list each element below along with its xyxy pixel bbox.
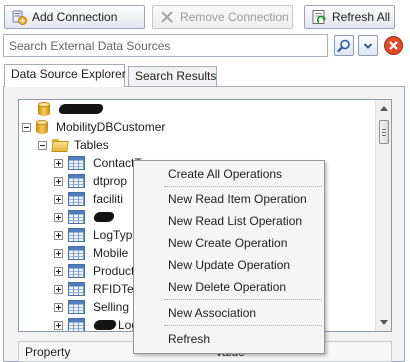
tree-item-label: Tables: [74, 138, 109, 152]
table-icon: [68, 300, 85, 314]
menu-separator: [164, 186, 322, 187]
expand-icon[interactable]: [54, 176, 63, 186]
add-connection-button[interactable]: Add Connection: [4, 5, 145, 29]
table-icon: [68, 318, 85, 331]
table-icon: [68, 264, 85, 278]
refresh-all-label: Refresh All: [332, 10, 391, 24]
tree-item-table[interactable]: LogType: [54, 226, 139, 244]
tab-data-source-explorer[interactable]: Data Source Explorer: [4, 64, 126, 87]
expand-icon[interactable]: [54, 266, 63, 276]
menu-item-new-create-operation[interactable]: New Create Operation: [136, 232, 322, 254]
expand-icon[interactable]: [54, 158, 63, 168]
expand-icon[interactable]: [54, 194, 63, 204]
tree-item-label: faciliti: [93, 192, 124, 206]
tree-item-table[interactable]: dtprop: [54, 172, 127, 190]
tree-item-table[interactable]: Selling: [54, 298, 129, 316]
table-icon: [68, 210, 85, 224]
menu-item-new-read-list-operation[interactable]: New Read List Operation: [136, 210, 322, 232]
chevron-down-icon: [380, 320, 388, 325]
close-icon: [384, 36, 403, 55]
tab-search-results[interactable]: Search Results: [128, 66, 217, 86]
expand-icon[interactable]: [54, 320, 63, 330]
expand-icon[interactable]: [54, 302, 63, 312]
menu-separator: [164, 299, 322, 300]
tree-item-label: MobilityDBCustomer: [56, 120, 166, 134]
tree-item-table[interactable]: faciliti: [54, 190, 123, 208]
refresh-icon: [311, 9, 327, 25]
context-menu: Create All Operations New Read Item Oper…: [133, 160, 325, 354]
expand-icon[interactable]: [54, 230, 63, 240]
folder-icon: [52, 138, 69, 152]
menu-item-refresh[interactable]: Refresh: [136, 328, 322, 350]
refresh-all-button[interactable]: Refresh All: [304, 5, 395, 29]
menu-item-new-update-operation[interactable]: New Update Operation: [136, 254, 322, 276]
tree-item-label: Product: [93, 264, 135, 278]
tree-item-label: Selling: [93, 300, 130, 314]
menu-separator: [164, 325, 322, 326]
tree-item-table[interactable]: Product: [54, 262, 134, 280]
remove-x-icon: [159, 9, 175, 25]
menu-item-new-delete-operation[interactable]: New Delete Operation: [136, 276, 322, 298]
tree-item-table[interactable]: Mobile: [54, 244, 128, 262]
tree-item-tables-folder[interactable]: Tables: [38, 136, 109, 154]
remove-connection-label: Remove Connection: [180, 10, 289, 24]
tree-item-table[interactable]: RFIDTe: [54, 280, 134, 298]
redacted-scribble: [92, 212, 116, 222]
tree-item-table[interactable]: Log: [54, 316, 138, 331]
menu-item-create-all-operations[interactable]: Create All Operations: [136, 163, 322, 185]
menu-item-new-association[interactable]: New Association: [136, 302, 322, 324]
collapse-icon[interactable]: [38, 140, 47, 150]
expand-icon[interactable]: [54, 284, 63, 294]
tree-item-table[interactable]: [54, 208, 116, 226]
tree-scrollbar[interactable]: [375, 100, 391, 331]
redacted-scribble: [92, 320, 118, 330]
table-icon: [68, 192, 85, 206]
tree-item-connection[interactable]: [38, 100, 105, 118]
scroll-thumb[interactable]: [379, 120, 389, 144]
expand-icon[interactable]: [54, 212, 63, 222]
search-dropdown-button[interactable]: [358, 35, 378, 56]
database-icon: [36, 119, 48, 135]
add-connection-label: Add Connection: [32, 10, 118, 24]
table-icon: [68, 174, 85, 188]
menu-item-new-read-item-operation[interactable]: New Read Item Operation: [136, 188, 322, 210]
collapse-icon[interactable]: [22, 122, 31, 132]
search-button[interactable]: [334, 35, 354, 56]
scroll-up-button[interactable]: [376, 100, 391, 116]
table-icon: [68, 228, 85, 242]
table-icon: [68, 156, 85, 170]
remove-connection-button[interactable]: Remove Connection: [152, 5, 293, 29]
cancel-search-button[interactable]: [383, 35, 404, 56]
search-bar: [3, 34, 407, 58]
tree-item-label: Mobile: [93, 246, 129, 260]
table-icon: [68, 282, 85, 296]
table-icon: [68, 246, 85, 260]
chevron-down-icon: [363, 42, 373, 49]
add-connection-icon: [11, 9, 27, 25]
tree-item-connection[interactable]: MobilityDBCustomer: [22, 118, 165, 136]
database-icon: [38, 101, 50, 117]
expand-icon[interactable]: [54, 248, 63, 258]
scroll-down-button[interactable]: [376, 315, 391, 331]
tree-item-label: RFIDTe: [93, 282, 134, 296]
property-column-header[interactable]: Property: [25, 345, 70, 359]
redacted-scribble: [57, 104, 105, 114]
search-input[interactable]: [3, 34, 328, 57]
tree-item-label: dtprop: [93, 174, 128, 188]
chevron-up-icon: [380, 106, 388, 111]
search-icon: [337, 39, 350, 52]
